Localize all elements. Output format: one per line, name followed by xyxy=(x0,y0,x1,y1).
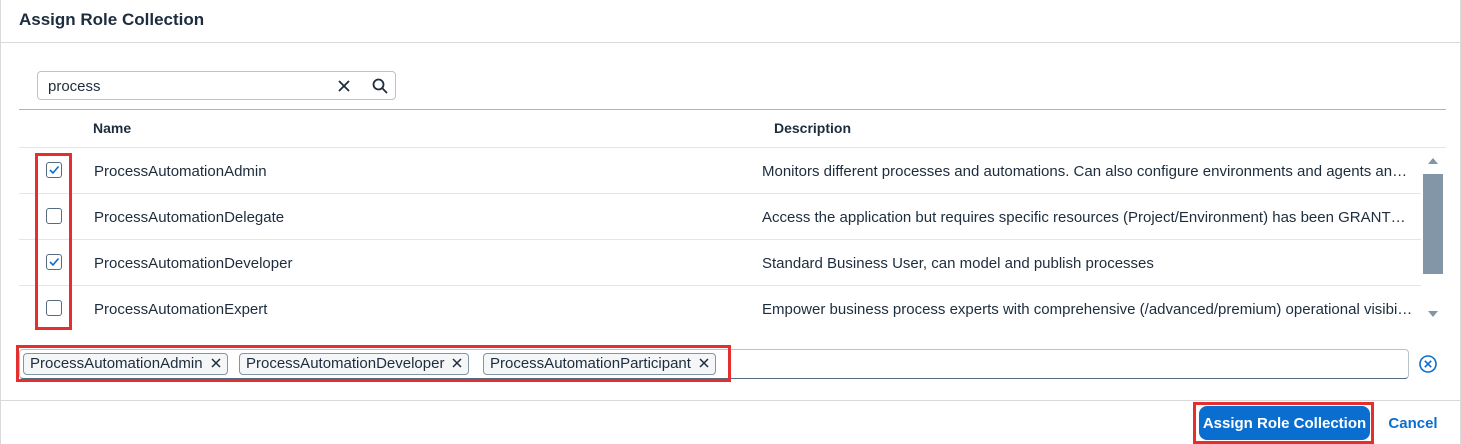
cell-description: Empower business process experts with co… xyxy=(762,301,1414,318)
dialog-header: Assign Role Collection xyxy=(1,0,1460,43)
cell-description: Standard Business User, can model and pu… xyxy=(762,255,1154,272)
cancel-button[interactable]: Cancel xyxy=(1385,406,1441,440)
checkbox-highlight-box xyxy=(35,153,72,330)
footer-divider xyxy=(1,400,1460,401)
cell-description: Access the application but requires spec… xyxy=(762,209,1414,226)
clear-all-icon[interactable] xyxy=(1418,354,1438,374)
tokens-highlight-box xyxy=(16,345,731,382)
scrollbar-thumb[interactable] xyxy=(1423,174,1443,274)
search-icon[interactable] xyxy=(372,78,388,94)
assign-role-collection-dialog: Assign Role Collection Name Description … xyxy=(0,0,1461,444)
cell-name: ProcessAutomationDeveloper xyxy=(94,255,293,272)
close-icon[interactable] xyxy=(337,79,351,93)
cell-name: ProcessAutomationAdmin xyxy=(94,163,267,180)
assign-button-highlight-box xyxy=(1193,402,1374,444)
cell-description: Monitors different processes and automat… xyxy=(762,163,1414,180)
dialog-title: Assign Role Collection xyxy=(19,10,205,29)
cell-name: ProcessAutomationExpert xyxy=(94,301,268,318)
table-scrollbar[interactable] xyxy=(1422,152,1444,324)
scroll-up-arrow-icon[interactable] xyxy=(1428,158,1438,164)
scroll-down-arrow-icon[interactable] xyxy=(1428,311,1438,317)
search-field[interactable] xyxy=(37,71,396,100)
table-top-divider xyxy=(19,109,1446,110)
table-row[interactable]: ProcessAutomationDelegate Access the app… xyxy=(19,194,1421,240)
table-row[interactable]: ProcessAutomationExpert Empower business… xyxy=(19,286,1421,332)
search-input[interactable] xyxy=(48,77,328,95)
column-header-description[interactable]: Description xyxy=(774,120,851,136)
table-row[interactable]: ProcessAutomationDeveloper Standard Busi… xyxy=(19,240,1421,286)
table-row[interactable]: ProcessAutomationAdmin Monitors differen… xyxy=(19,148,1421,194)
column-header-name[interactable]: Name xyxy=(93,120,131,136)
cell-name: ProcessAutomationDelegate xyxy=(94,209,285,226)
